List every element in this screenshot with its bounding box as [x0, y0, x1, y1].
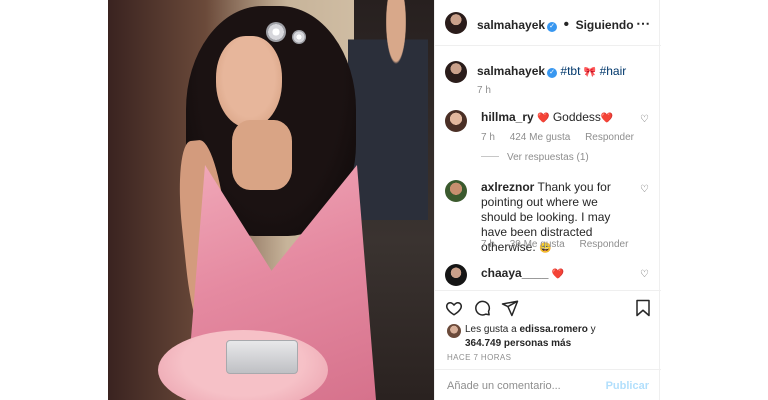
avatar[interactable]	[445, 264, 467, 286]
heart-emoji: ❤️	[600, 113, 614, 124]
post-timestamp: HACE 7 HORAS	[447, 353, 512, 362]
verified-icon: ✓	[547, 22, 558, 32]
caption-username[interactable]: salmahayek	[477, 64, 545, 78]
bow-emoji: 🎀	[583, 67, 597, 78]
comment-time: 7 h	[481, 132, 495, 143]
follow-button[interactable]: Siguiendo	[576, 18, 634, 32]
hashtag-link[interactable]: #hair	[600, 64, 627, 78]
separator: •	[563, 16, 570, 33]
post-image[interactable]	[108, 0, 434, 400]
more-options-icon[interactable]: ⋯	[636, 15, 651, 32]
comment-username[interactable]: chaaya____	[481, 266, 548, 280]
comment-text: Goddess	[552, 110, 601, 124]
publish-button[interactable]: Publicar	[606, 380, 649, 392]
comment-likes[interactable]: 424 Me gusta	[510, 132, 571, 143]
hashtag-link[interactable]: #tbt	[560, 64, 580, 78]
add-comment-bar: Añade un comentario... Publicar	[435, 369, 661, 400]
like-heart-icon[interactable]	[445, 299, 463, 317]
heart-emoji: ❤️	[551, 269, 565, 280]
share-icon[interactable]	[501, 299, 519, 317]
comment-username[interactable]: axlreznor	[481, 180, 534, 194]
like-comment-icon[interactable]: ♡	[640, 269, 649, 280]
avatar[interactable]	[447, 324, 461, 338]
comment-input[interactable]: Añade un comentario...	[447, 380, 561, 392]
reply-button[interactable]: Responder	[580, 239, 629, 250]
comment-icon[interactable]	[473, 299, 491, 317]
author-username[interactable]: salmahayek	[477, 18, 545, 32]
liker-username[interactable]: edissa.romero	[520, 324, 588, 335]
post-header: salmahayek ✓ • Siguiendo ⋯	[435, 0, 661, 46]
avatar[interactable]	[445, 110, 467, 132]
view-replies-link[interactable]: Ver respuestas (1)	[481, 152, 589, 163]
hair-clip	[266, 22, 286, 42]
like-comment-icon[interactable]: ♡	[640, 184, 649, 195]
post-actions: Les gusta a edissa.romero y 364.749 pers…	[435, 290, 661, 400]
avatar[interactable]	[445, 12, 467, 34]
comment-likes[interactable]: 39 Me gusta	[510, 239, 565, 250]
avatar[interactable]	[445, 61, 467, 83]
likes-summary[interactable]: Les gusta a edissa.romero y	[465, 323, 596, 337]
verified-icon: ✓	[547, 68, 558, 78]
heart-emoji: ❤️	[537, 113, 550, 124]
caption-time: 7 h	[477, 85, 491, 96]
divider	[481, 156, 499, 157]
avatar[interactable]	[445, 180, 467, 202]
hair-clip	[292, 30, 306, 44]
likes-count[interactable]: 364.749 personas más	[465, 338, 571, 349]
comment-time: 7 h	[481, 239, 495, 250]
reply-button[interactable]: Responder	[585, 132, 634, 143]
comment-username[interactable]: hillma_ry	[481, 110, 534, 124]
post-side-panel: salmahayek ✓ • Siguiendo ⋯ salmahayek ✓ #t…	[434, 0, 661, 400]
save-bookmark-icon[interactable]	[635, 299, 651, 317]
like-comment-icon[interactable]: ♡	[640, 114, 649, 125]
